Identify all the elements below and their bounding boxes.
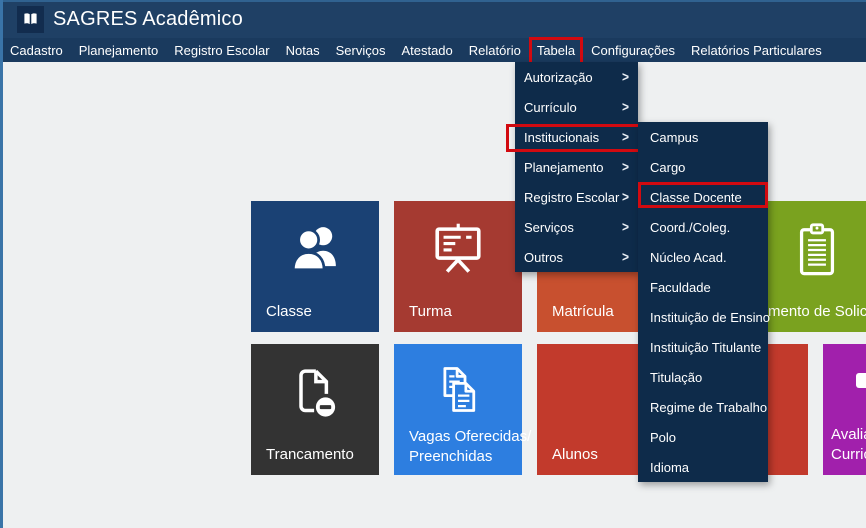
dropdown-item-curriculo[interactable]: Currículo > [515, 92, 638, 122]
chevron-right-icon: > [621, 128, 629, 146]
menu-item-relatorio[interactable]: Relatório [469, 43, 521, 58]
chevron-right-icon: > [621, 248, 629, 266]
dropdown-item-institucionais[interactable]: Institucionais > [506, 122, 642, 152]
tile-label: Classe [266, 303, 312, 320]
tabela-dropdown-menu: Autorização > Currículo > Institucionais… [506, 62, 642, 272]
chevron-right-icon: > [621, 158, 629, 176]
dropdown-item-planejamento[interactable]: Planejamento > [515, 152, 638, 182]
menu-item-planejamento[interactable]: Planejamento [79, 43, 159, 58]
tile-label: Trancamento [266, 446, 354, 463]
menubar: Cadastro Planejamento Registro Escolar N… [0, 36, 866, 65]
documents-icon [443, 367, 476, 412]
submenu-item-coord-coleg[interactable]: Coord./Coleg. [638, 212, 768, 242]
menu-item-configuracoes[interactable]: Configurações [591, 43, 675, 58]
menu-item-relatorios-particulares[interactable]: Relatórios Particulares [691, 43, 822, 58]
tile-label: Avalia Curric [831, 426, 866, 463]
menu-item-registro-escolar[interactable]: Registro Escolar [174, 43, 269, 58]
chevron-right-icon: > [621, 218, 629, 236]
tile-avaliacao[interactable]: Avalia Curric [823, 344, 866, 475]
submenu-item-polo[interactable]: Polo [638, 422, 768, 452]
chevron-right-icon: > [621, 98, 629, 116]
submenu-item-campus[interactable]: Campus [638, 122, 768, 152]
titlebar: SAGRES Acadêmico [0, 0, 866, 38]
submenu-item-instituicao-de-ensino[interactable]: Instituição de Ensino [638, 302, 770, 332]
tile-turma[interactable]: Turma [394, 201, 522, 332]
tile-classe[interactable]: Classe [251, 201, 379, 332]
open-book-icon [24, 12, 37, 24]
chevron-right-icon: > [621, 188, 629, 206]
submenu-item-nucleo-acad[interactable]: Núcleo Acad. [638, 242, 768, 272]
app-logo [17, 5, 44, 33]
menu-item-atestado[interactable]: Atestado [401, 43, 452, 58]
clipboard-icon [799, 223, 835, 276]
tile-label: Matrícula [552, 303, 614, 320]
tile-label: mento de Solic [768, 303, 866, 320]
menu-item-cadastro[interactable]: Cadastro [10, 43, 63, 58]
app-window: SAGRES Acadêmico Cadastro Planejamento R… [0, 0, 866, 528]
document-minus-icon [299, 369, 336, 417]
partial-icon-fragment [856, 373, 866, 388]
tile-trancamento[interactable]: Trancamento [251, 344, 379, 475]
window-top-edge [0, 0, 866, 2]
tile-label: Alunos [552, 446, 598, 463]
tile-label: Vagas Oferecidas/ Preenchidas [409, 428, 532, 465]
window-left-edge [0, 0, 3, 528]
menu-item-notas[interactable]: Notas [286, 43, 320, 58]
submenu-item-titulacao[interactable]: Titulação [638, 362, 768, 392]
menu-item-servicos[interactable]: Serviços [336, 43, 386, 58]
submenu-item-idioma[interactable]: Idioma [638, 452, 768, 482]
dropdown-item-outros[interactable]: Outros > [515, 242, 638, 272]
institucionais-submenu: Campus Cargo Classe Docente Coord./Coleg… [638, 122, 770, 482]
submenu-item-faculdade[interactable]: Faculdade [638, 272, 768, 302]
submenu-item-cargo[interactable]: Cargo [638, 152, 768, 182]
submenu-item-regime-de-trabalho[interactable]: Regime de Trabalho [638, 392, 768, 422]
menu-item-tabela[interactable]: Tabela [528, 36, 584, 65]
app-title: SAGRES Acadêmico [53, 7, 243, 30]
menu-item-label: Tabela [536, 42, 576, 58]
tile-vagas-oferecidas-preenchidas[interactable]: Vagas Oferecidas/ Preenchidas [394, 344, 531, 475]
tile-label: Turma [409, 303, 452, 320]
dropdown-item-registro-escolar[interactable]: Registro Escolar > [515, 182, 638, 212]
submenu-item-classe-docente[interactable]: Classe Docente [638, 182, 768, 212]
people-icon [291, 227, 336, 272]
submenu-item-instituicao-titulante[interactable]: Instituição Titulante [638, 332, 768, 362]
dropdown-item-autorizacao[interactable]: Autorização > [515, 62, 638, 92]
dropdown-item-servicos[interactable]: Serviços > [515, 212, 638, 242]
chevron-right-icon: > [621, 68, 629, 86]
presentation-board-icon [435, 223, 481, 273]
